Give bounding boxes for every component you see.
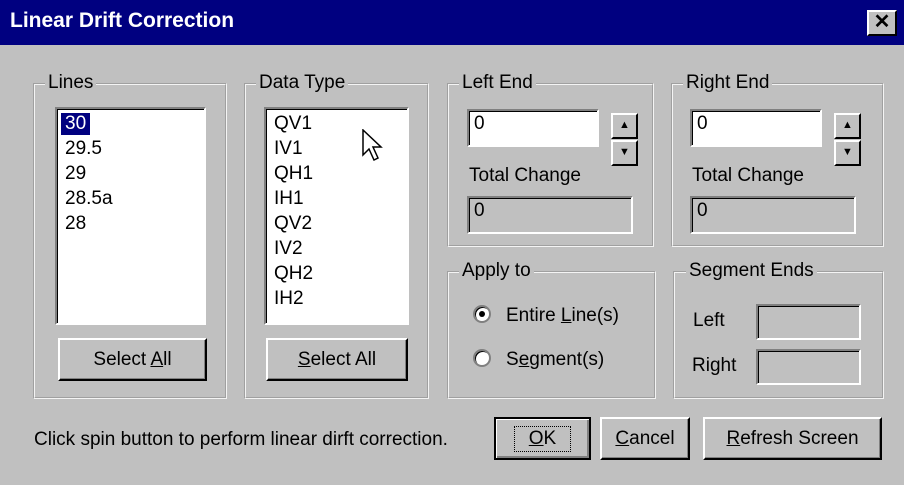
list-item[interactable]: IV1 (270, 138, 307, 160)
hint-text: Click spin button to perform linear dirf… (34, 429, 448, 450)
list-item[interactable]: 30 (61, 113, 91, 135)
list-item[interactable]: IH2 (270, 288, 308, 310)
data-type-select-all-button[interactable]: Select All (266, 338, 408, 381)
list-item[interactable]: 29 (61, 163, 90, 185)
lines-listbox[interactable]: 30 29.5 29 28.5a 28 (55, 107, 206, 325)
down-arrow-icon: ▼ (619, 146, 630, 158)
apply-to-group (447, 271, 656, 399)
ok-button-label: OK (513, 425, 572, 452)
left-end-spin-down[interactable]: ▼ (611, 140, 638, 166)
list-item[interactable]: IH1 (270, 188, 308, 210)
list-item[interactable]: QV2 (270, 213, 316, 235)
title-bar[interactable]: Linear Drift Correction ✕ (0, 0, 904, 45)
left-end-group-label: Left End (459, 73, 536, 93)
segment-left-field (756, 304, 861, 340)
refresh-screen-button-label: Refresh Screen (726, 427, 859, 449)
up-arrow-icon: ▲ (842, 119, 853, 131)
data-type-group-label: Data Type (256, 73, 349, 93)
segments-radio[interactable] (473, 349, 491, 367)
right-end-spin-up[interactable]: ▲ (834, 113, 861, 139)
close-button[interactable]: ✕ (867, 10, 897, 36)
segments-label[interactable]: Segment(s) (506, 349, 604, 371)
segment-ends-group-label: Segment Ends (686, 261, 817, 281)
list-item[interactable]: QH2 (270, 263, 317, 285)
refresh-screen-button[interactable]: Refresh Screen (703, 417, 882, 460)
list-item[interactable]: 29.5 (61, 138, 106, 160)
list-item[interactable]: IV2 (270, 238, 307, 260)
right-end-input[interactable]: 0 (690, 109, 822, 147)
left-total-change-label: Total Change (469, 165, 581, 186)
right-total-change-label: Total Change (692, 165, 804, 186)
segment-left-label: Left (693, 310, 725, 331)
segment-right-label: Right (692, 355, 737, 376)
down-arrow-icon: ▼ (842, 146, 853, 158)
list-item[interactable]: QV1 (270, 113, 316, 135)
entire-lines-label[interactable]: Entire Line(s) (506, 305, 619, 327)
right-end-group-label: Right End (683, 73, 773, 93)
cancel-button-label: Cancel (615, 427, 675, 449)
right-total-change-field: 0 (690, 196, 856, 234)
left-total-change-field: 0 (467, 196, 633, 234)
ok-button[interactable]: OK (494, 417, 591, 460)
list-item[interactable]: QH1 (270, 163, 317, 185)
close-icon: ✕ (873, 11, 891, 33)
window-title: Linear Drift Correction (10, 9, 235, 32)
right-end-spin-down[interactable]: ▼ (834, 140, 861, 166)
up-arrow-icon: ▲ (619, 119, 630, 131)
mouse-pointer-icon (362, 129, 383, 162)
lines-group-label: Lines (45, 73, 97, 93)
entire-lines-radio[interactable] (473, 305, 491, 323)
left-end-spin-up[interactable]: ▲ (611, 113, 638, 139)
data-type-listbox[interactable]: QV1 IV1 QH1 IH1 QV2 IV2 QH2 IH2 (264, 107, 409, 325)
list-item[interactable]: 28 (61, 213, 90, 235)
cancel-button[interactable]: Cancel (600, 417, 690, 460)
linear-drift-dialog: Linear Drift Correction ✕ Lines 30 29.5 29… (0, 0, 904, 485)
lines-select-all-label: Select All (93, 348, 172, 370)
segment-right-field (756, 349, 861, 385)
data-type-select-all-label: Select All (297, 348, 377, 370)
apply-to-group-label: Apply to (459, 261, 534, 281)
left-end-input[interactable]: 0 (467, 109, 599, 147)
list-item[interactable]: 28.5a (61, 188, 117, 210)
lines-select-all-button[interactable]: Select All (58, 338, 207, 381)
